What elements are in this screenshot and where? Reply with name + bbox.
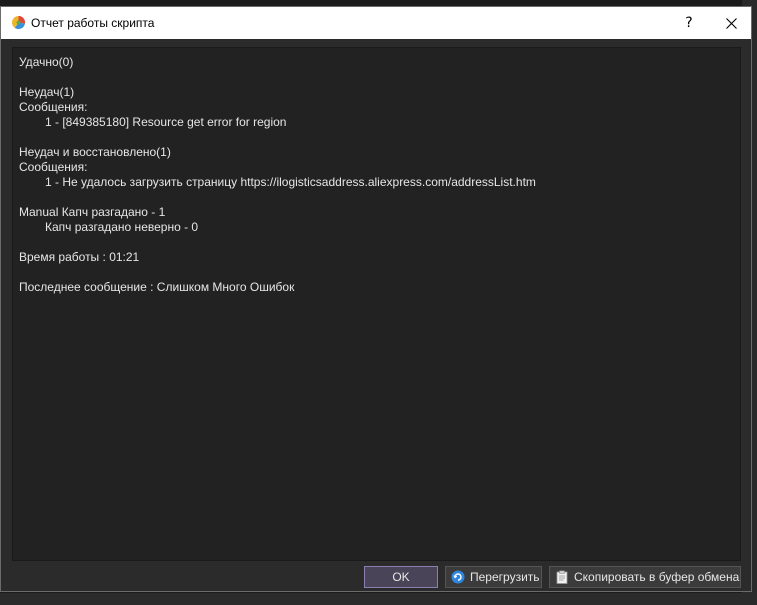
report-blank-line (19, 70, 740, 85)
report-text-area[interactable]: Удачно(0) Неудач(1) Сообщения: 1 - [8493851… (12, 47, 741, 561)
close-icon (725, 17, 737, 29)
report-line: Manual Капч разгадано - 1 (19, 205, 166, 219)
report-blank-line (19, 130, 740, 145)
report-line: Последнее сообщение : Слишком Много Ошиб… (19, 280, 295, 294)
report-blank-line (19, 190, 740, 205)
copy-button-label: Скопировать в буфер обмена (574, 570, 740, 584)
title-bar[interactable]: Отчет работы скрипта ? (1, 7, 751, 39)
report-line: Сообщения: (19, 160, 88, 174)
report-line: 1 - [849385180] Resource get error for r… (45, 115, 287, 129)
report-line: Капч разгадано неверно - 0 (45, 220, 199, 234)
report-blank-line (19, 235, 740, 250)
report-line: Время работы : 01:21 (19, 250, 140, 264)
dialog-title: Отчет работы скрипта (31, 16, 155, 30)
reload-button[interactable]: Перегрузить (445, 566, 542, 588)
refresh-icon (451, 570, 465, 584)
report-line: Удачно(0) (19, 55, 74, 69)
script-report-dialog: Отчет работы скрипта ? Удачно(0) Неудач(1… (0, 6, 752, 592)
report-line: 1 - Не удалось загрузить страницу https:… (45, 175, 536, 189)
report-line: Сообщения: (19, 100, 88, 114)
reload-button-label: Перегрузить (470, 570, 540, 584)
clipboard-icon (555, 570, 569, 584)
button-bar: OK Перегрузить Скопировать в буфер обмен… (1, 564, 751, 592)
ok-button[interactable]: OK (364, 566, 438, 588)
pie-chart-icon (11, 15, 26, 30)
report-blank-line (19, 265, 740, 280)
report-line: Неудач(1) (19, 85, 75, 99)
close-button[interactable] (711, 7, 751, 39)
help-button[interactable]: ? (669, 7, 709, 39)
report-line: Неудач и восстановлено(1) (19, 145, 171, 159)
copy-to-clipboard-button[interactable]: Скопировать в буфер обмена (549, 566, 741, 588)
background-taskbar-edge (0, 593, 757, 605)
